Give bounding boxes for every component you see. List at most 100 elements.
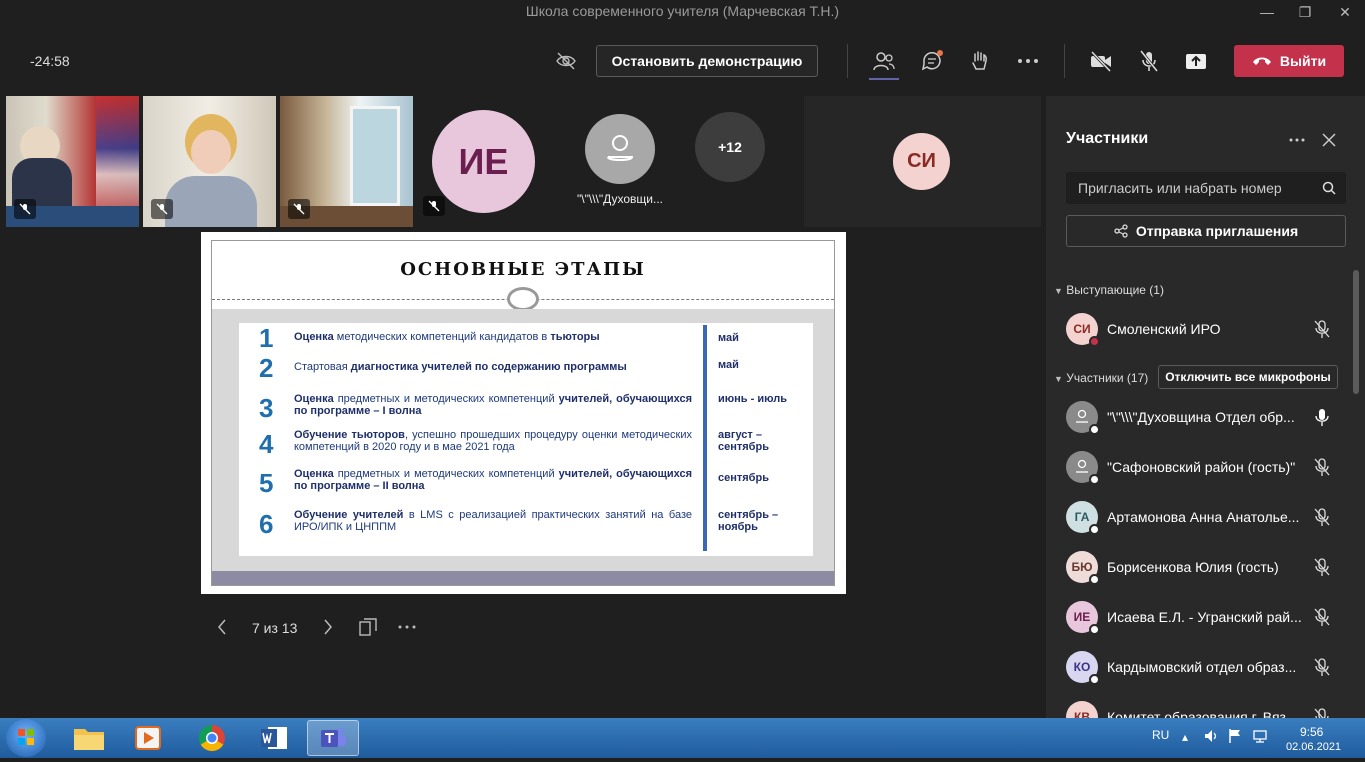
slides-grid-button[interactable] — [359, 618, 377, 639]
prev-slide-button[interactable] — [216, 618, 228, 639]
muted-icon — [423, 196, 445, 216]
chrome-button[interactable] — [186, 720, 238, 756]
video-tile[interactable] — [280, 96, 413, 227]
maximize-button[interactable]: ❐ — [1290, 2, 1320, 22]
mic-off-icon — [1314, 458, 1330, 476]
video-tile[interactable] — [6, 96, 139, 227]
panel-more-button[interactable] — [1289, 132, 1305, 153]
participants-section-header[interactable]: ▼ Участники (17) — [1054, 371, 1148, 385]
chrome-icon — [198, 724, 225, 752]
minimize-button[interactable]: — — [1252, 2, 1282, 22]
participant-row[interactable]: ГА Артамонова Анна Анатолье... — [1066, 497, 1346, 537]
file-explorer-button[interactable] — [63, 720, 115, 756]
status-indicator — [1089, 474, 1100, 485]
caret-down-icon: ▼ — [1054, 374, 1063, 384]
flag-icon[interactable] — [1228, 728, 1242, 747]
language-indicator[interactable]: RU — [1152, 728, 1169, 742]
hide-icon[interactable] — [553, 48, 579, 74]
participant-avatar: КВ — [1066, 701, 1098, 718]
participant-name: "\"\\\"Духовщи... — [577, 192, 663, 206]
meeting-toolbar: -24:58 Остановить демонстрацию Выйти — [0, 24, 1365, 96]
windows-logo-icon — [18, 729, 34, 745]
status-indicator — [1089, 524, 1100, 535]
participant-avatar[interactable]: ИЕ — [432, 110, 535, 213]
send-invite-button[interactable]: Отправка приглашения — [1066, 215, 1346, 247]
clock-time[interactable]: 9:56 — [1300, 725, 1323, 739]
participants-icon[interactable] — [871, 48, 897, 74]
raise-hand-icon[interactable] — [967, 48, 993, 74]
meeting-stage: ИЕ "\"\\\"Духовщи... +12 СИ ОСНОВНЫЕ ЭТА… — [0, 96, 1045, 718]
mic-off-icon — [1314, 320, 1330, 338]
slide-title: ОСНОВНЫЕ ЭТАПЫ — [400, 259, 646, 280]
panel-scrollbar[interactable] — [1353, 270, 1359, 394]
chat-icon[interactable] — [919, 48, 945, 74]
meeting-timer: -24:58 — [30, 53, 70, 69]
participant-name: Исаева Е.Л. - Угранский рай... — [1107, 609, 1302, 625]
video-tile[interactable] — [143, 96, 276, 227]
participant-row[interactable]: "\"\\\"Духовщина Отдел обр... — [1066, 397, 1346, 437]
muted-icon — [288, 199, 310, 219]
word-icon — [261, 727, 287, 749]
more-icon — [398, 625, 416, 629]
shared-slide: ОСНОВНЫЕ ЭТАПЫ 1 Оценка методических ком… — [201, 232, 846, 594]
close-icon — [1322, 133, 1336, 147]
teams-button[interactable] — [307, 720, 359, 756]
leave-label: Выйти — [1279, 53, 1327, 69]
status-indicator — [1089, 424, 1100, 435]
close-window-button[interactable]: ✕ — [1330, 2, 1360, 22]
participant-tile[interactable]: СИ — [804, 96, 1041, 227]
status-indicator — [1089, 574, 1100, 585]
invite-input[interactable]: Пригласить или набрать номер — [1066, 172, 1346, 204]
person-icon — [1076, 409, 1088, 423]
participant-name: Борисенкова Юлия (гость) — [1107, 559, 1279, 575]
mic-off-icon — [1314, 508, 1330, 526]
mic-off-icon[interactable] — [1136, 48, 1162, 74]
status-indicator — [1089, 336, 1100, 347]
camera-off-icon[interactable] — [1088, 48, 1114, 74]
search-icon — [1322, 181, 1336, 195]
chevron-left-icon — [218, 619, 226, 635]
participant-name: Кардымовский отдел образ... — [1107, 659, 1297, 675]
folder-icon — [74, 729, 104, 750]
participant-name: Смоленский ИРО — [1107, 321, 1221, 337]
tray-expand-icon[interactable]: ▴ — [1182, 730, 1188, 744]
volume-icon[interactable] — [1203, 728, 1219, 747]
mic-on-icon — [1315, 409, 1329, 426]
share-link-icon — [1114, 224, 1128, 238]
participant-row[interactable]: СИ Смоленский ИРО — [1066, 309, 1346, 349]
participant-row[interactable]: "Сафоновский район (гость)" — [1066, 447, 1346, 487]
media-player-icon — [135, 726, 161, 750]
leave-button[interactable]: Выйти — [1234, 45, 1344, 77]
participant-row[interactable]: КО Кардымовский отдел образ... — [1066, 647, 1346, 687]
slides-grid-icon — [359, 618, 377, 636]
more-participants-button[interactable]: +12 — [695, 112, 765, 182]
participant-row[interactable]: КВ Комитет образования г. Вяз... — [1066, 697, 1346, 718]
active-tab-indicator — [869, 78, 899, 80]
media-player-button[interactable] — [122, 720, 174, 756]
start-button[interactable] — [6, 719, 46, 757]
word-button[interactable] — [248, 720, 300, 756]
participant-avatar: СИ — [893, 133, 950, 190]
muted-icon — [151, 199, 173, 219]
person-icon — [607, 135, 634, 161]
share-tray-icon[interactable] — [1183, 48, 1209, 74]
participant-row[interactable]: БЮ Борисенкова Юлия (гость) — [1066, 547, 1346, 587]
status-indicator — [1089, 624, 1100, 635]
windows-taskbar: RU ▴ 9:56 02.06.2021 — [0, 718, 1365, 758]
presenters-section-header[interactable]: ▼ Выступающие (1) — [1054, 283, 1164, 297]
clock-date[interactable]: 02.06.2021 — [1286, 741, 1341, 753]
participant-name: "Сафоновский район (гость)" — [1107, 459, 1296, 475]
participant-row[interactable]: ИЕ Исаева Е.Л. - Угранский рай... — [1066, 597, 1346, 637]
stop-share-button[interactable]: Остановить демонстрацию — [596, 45, 818, 77]
next-slide-button[interactable] — [322, 618, 334, 639]
mic-off-icon — [1314, 558, 1330, 576]
more-actions-icon[interactable] — [1015, 48, 1041, 74]
close-panel-button[interactable] — [1322, 133, 1336, 152]
network-icon[interactable] — [1252, 728, 1268, 747]
mute-all-button[interactable]: Отключить все микрофоны — [1158, 365, 1338, 389]
slide-more-button[interactable] — [398, 618, 416, 639]
participant-name: "\"\\\"Духовщина Отдел обр... — [1107, 409, 1295, 425]
participant-avatar[interactable] — [585, 114, 655, 184]
panel-title: Участники — [1066, 130, 1149, 147]
slide-counter: 7 из 13 — [252, 620, 298, 636]
